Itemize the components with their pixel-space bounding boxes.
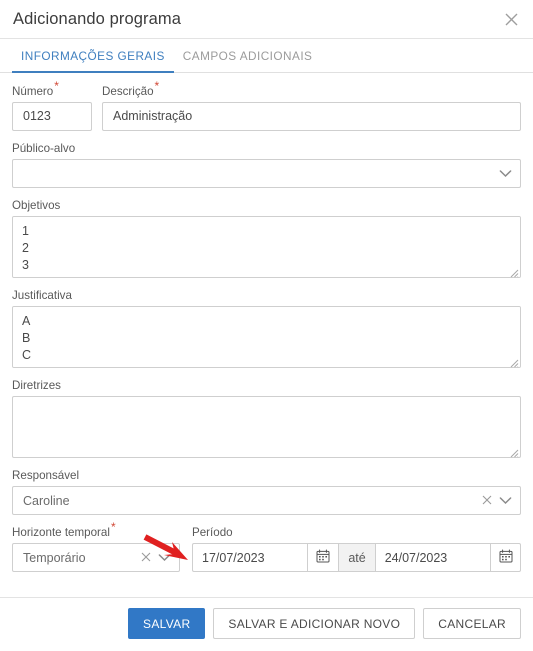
field-justificativa: Justificativa A B C <box>12 286 521 368</box>
horizonte-temporal-select[interactable]: Temporário <box>12 543 180 572</box>
required-asterisk: * <box>154 79 160 94</box>
label-descricao: Descrição* <box>102 79 160 98</box>
dialog-titlebar: Adicionando programa <box>0 0 533 39</box>
periodo-end-calendar-button[interactable] <box>490 543 522 572</box>
save-button[interactable]: SALVAR <box>128 608 206 639</box>
diretrizes-textarea[interactable] <box>12 396 521 458</box>
field-objetivos: Objetivos 1 2 3 <box>12 196 521 278</box>
field-periodo: Período 17/07/2023 até 24/07/2023 <box>192 523 522 572</box>
row-numero-descricao: Número* Descrição* <box>12 79 521 131</box>
publico-alvo-select[interactable] <box>12 159 521 188</box>
numero-input[interactable] <box>12 102 92 131</box>
justificativa-textarea[interactable]: A B C <box>12 306 521 368</box>
field-diretrizes: Diretrizes <box>12 376 521 458</box>
responsavel-select[interactable]: Caroline <box>12 486 521 515</box>
required-asterisk: * <box>110 520 116 535</box>
add-program-dialog: Adicionando programa INFORMAÇÕES GERAIS … <box>0 0 533 651</box>
cancel-button[interactable]: CANCELAR <box>423 608 521 639</box>
responsavel-value: Caroline <box>23 493 70 508</box>
close-icon <box>504 12 519 27</box>
objetivos-textarea[interactable]: 1 2 3 <box>12 216 521 278</box>
form-body: Número* Descrição* Público-alvo <box>0 73 533 597</box>
label-numero: Número* <box>12 79 59 98</box>
save-and-add-new-button[interactable]: SALVAR E ADICIONAR NOVO <box>213 608 416 639</box>
field-publico-alvo: Público-alvo <box>12 139 521 188</box>
label-periodo: Período <box>192 526 233 539</box>
periodo-start-calendar-button[interactable] <box>307 543 339 572</box>
calendar-icon <box>499 549 513 566</box>
field-horizonte-temporal: Horizonte temporal* Temporário <box>12 520 180 572</box>
calendar-icon <box>316 549 330 566</box>
dialog-tabs: INFORMAÇÕES GERAIS CAMPOS ADICIONAIS <box>0 39 533 73</box>
tab-informacoes-gerais[interactable]: INFORMAÇÕES GERAIS <box>12 39 174 73</box>
periodo-separator-label: até <box>338 543 375 572</box>
label-horizonte-temporal: Horizonte temporal* <box>12 520 116 539</box>
clear-x-icon[interactable] <box>141 551 151 565</box>
chevron-down-icon[interactable] <box>499 494 512 508</box>
label-publico-alvo: Público-alvo <box>12 142 76 155</box>
row-horizonte-periodo: Horizonte temporal* Temporário Período 1… <box>12 520 522 572</box>
label-responsavel: Responsável <box>12 469 80 482</box>
page-title: Adicionando programa <box>13 9 182 28</box>
horizonte-temporal-value: Temporário <box>23 550 86 565</box>
required-asterisk: * <box>54 79 59 94</box>
field-descricao: Descrição* <box>102 79 521 131</box>
periodo-date-range: 17/07/2023 até 24/07/2023 <box>192 543 522 572</box>
clear-x-icon[interactable] <box>482 494 492 508</box>
chevron-down-icon[interactable] <box>158 551 171 565</box>
field-numero: Número* <box>12 79 92 131</box>
tab-campos-adicionais[interactable]: CAMPOS ADICIONAIS <box>174 39 322 72</box>
label-justificativa: Justificativa <box>12 289 72 302</box>
periodo-end-input[interactable]: 24/07/2023 <box>374 543 491 572</box>
periodo-start-input[interactable]: 17/07/2023 <box>192 543 308 572</box>
field-responsavel: Responsável Caroline <box>12 466 521 515</box>
descricao-input[interactable] <box>102 102 521 131</box>
label-diretrizes: Diretrizes <box>12 379 61 392</box>
dialog-footer: SALVAR SALVAR E ADICIONAR NOVO CANCELAR <box>0 597 533 651</box>
chevron-down-icon <box>499 167 512 181</box>
label-objetivos: Objetivos <box>12 199 61 212</box>
close-button[interactable] <box>499 7 523 31</box>
